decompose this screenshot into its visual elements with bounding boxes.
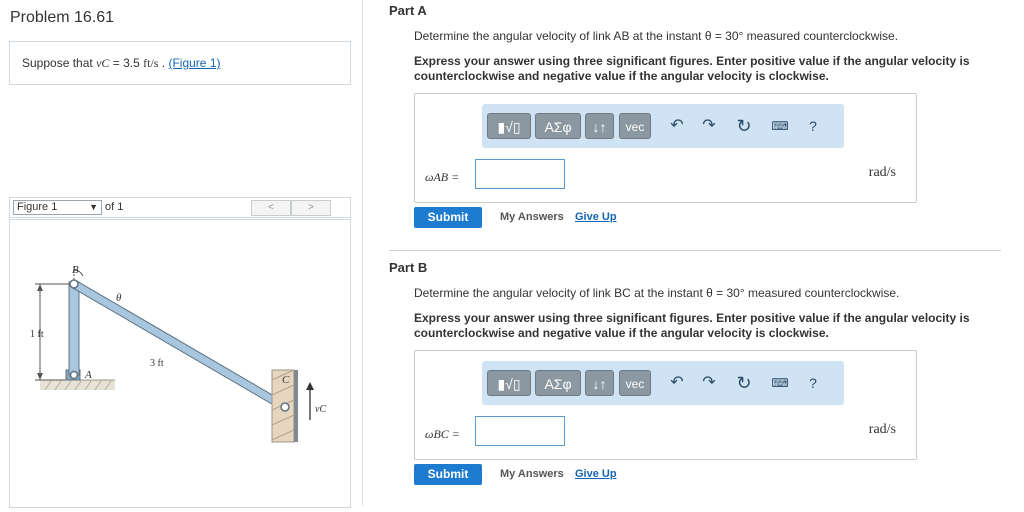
part-b-give-up-link[interactable]: Give Up	[575, 468, 617, 480]
part-a-answer-input[interactable]	[475, 159, 565, 189]
label-B: B	[72, 264, 79, 276]
undo-icon[interactable]: ↶	[667, 117, 687, 135]
prompt-dot: .	[158, 56, 169, 70]
label-1ft: 1 ft	[30, 329, 44, 340]
vector-button[interactable]: vec	[619, 113, 651, 139]
undo-icon[interactable]: ↶	[667, 374, 687, 392]
part-a-question: Determine the angular velocity of link A…	[414, 29, 899, 43]
part-b-submit-button[interactable]: Submit	[414, 464, 482, 485]
redo-icon[interactable]: ↷	[699, 117, 719, 135]
keyboard-icon[interactable]: ⌨	[770, 117, 790, 135]
part-b-question: Determine the angular velocity of link B…	[414, 286, 900, 300]
part-b-unit: rad/s	[868, 422, 896, 437]
part-a-unit: rad/s	[868, 165, 896, 180]
part-b-instructions: Express your answer using three signific…	[414, 311, 970, 340]
part-a-my-answers-link[interactable]: My Answers	[500, 211, 564, 223]
label-C: C	[282, 374, 290, 386]
templates-button[interactable]: ▮√▯	[487, 113, 531, 139]
greek-symbols-button[interactable]: ΑΣφ	[535, 113, 581, 139]
help-button[interactable]: ?	[803, 117, 823, 135]
part-a-title: Part A	[389, 3, 427, 18]
keyboard-icon[interactable]: ⌨	[770, 374, 790, 392]
figure-link[interactable]: (Figure 1)	[168, 56, 220, 70]
right-panel: Part A Determine the angular velocity of…	[363, 0, 1024, 506]
reset-icon[interactable]: ↻	[734, 374, 754, 392]
dropdown-arrow-icon: ▼	[89, 202, 98, 212]
part-a-give-up-link[interactable]: Give Up	[575, 211, 617, 223]
part-b-variable-label: ωBC =	[425, 427, 460, 441]
part-a-equation-toolbar: ▮√▯ ΑΣφ ↓↑ vec ↶ ↷ ↻ ⌨ ?	[482, 104, 844, 148]
part-b-my-answers-link[interactable]: My Answers	[500, 468, 564, 480]
part-b-equation-toolbar: ▮√▯ ΑΣφ ↓↑ vec ↶ ↷ ↻ ⌨ ?	[482, 361, 844, 405]
label-A: A	[84, 369, 92, 381]
label-theta: θ	[116, 292, 122, 304]
left-panel: Problem 16.61 Suppose that vC = 3.5 ft/s…	[0, 0, 363, 508]
figure-select-value: Figure 1	[17, 201, 58, 213]
prev-figure-button[interactable]: <	[251, 200, 291, 216]
mechanism-figure: B A C θ 1 ft 3 ft vC	[30, 264, 326, 443]
problem-title: Problem 16.61	[10, 9, 115, 26]
sort-button[interactable]: ↓↑	[585, 113, 614, 139]
velocity-arrow-icon	[306, 382, 314, 390]
prompt-variable: vC	[96, 56, 110, 70]
templates-button[interactable]: ▮√▯	[487, 370, 531, 396]
pin-C	[280, 402, 290, 412]
part-a-variable-label: ωAB =	[425, 170, 460, 184]
label-3ft: 3 ft	[150, 358, 164, 369]
help-button[interactable]: ?	[803, 374, 823, 392]
prompt-unit: ft/s	[143, 56, 159, 70]
problem-prompt: Suppose that vC = 3.5 ft/s . (Figure 1)	[22, 56, 220, 71]
problem-prompt-box: Suppose that vC = 3.5 ft/s . (Figure 1)	[9, 41, 351, 85]
figure-panel: B A C θ 1 ft 3 ft vC	[9, 219, 351, 508]
greek-symbols-button[interactable]: ΑΣφ	[535, 370, 581, 396]
label-vc: vC	[315, 404, 326, 415]
prompt-prefix: Suppose that	[22, 56, 97, 70]
link-AB	[68, 281, 80, 376]
redo-icon[interactable]: ↷	[699, 374, 719, 392]
prompt-equals: = 3.5	[109, 56, 144, 70]
part-a-answer-box: ▮√▯ ΑΣφ ↓↑ vec ↶ ↷ ↻ ⌨ ? ωAB = rad/s	[414, 93, 917, 203]
part-a-submit-button[interactable]: Submit	[414, 207, 482, 228]
part-divider	[389, 250, 1001, 251]
figure-navigation-bar: Figure 1 ▼ of 1 < >	[9, 197, 351, 218]
vector-button[interactable]: vec	[619, 370, 651, 396]
figure-count: of 1	[105, 201, 124, 213]
part-b-answer-box: ▮√▯ ΑΣφ ↓↑ vec ↶ ↷ ↻ ⌨ ? ωBC = rad/s	[414, 350, 917, 460]
pin-A	[69, 370, 79, 380]
reset-icon[interactable]: ↻	[734, 117, 754, 135]
sort-button[interactable]: ↓↑	[585, 370, 614, 396]
part-a-instructions: Express your answer using three signific…	[414, 54, 970, 83]
next-figure-button[interactable]: >	[291, 200, 331, 216]
figure-select[interactable]: Figure 1 ▼	[13, 200, 102, 215]
part-b-answer-input[interactable]	[475, 416, 565, 446]
part-b-title: Part B	[389, 260, 428, 275]
pin-B	[69, 279, 79, 289]
